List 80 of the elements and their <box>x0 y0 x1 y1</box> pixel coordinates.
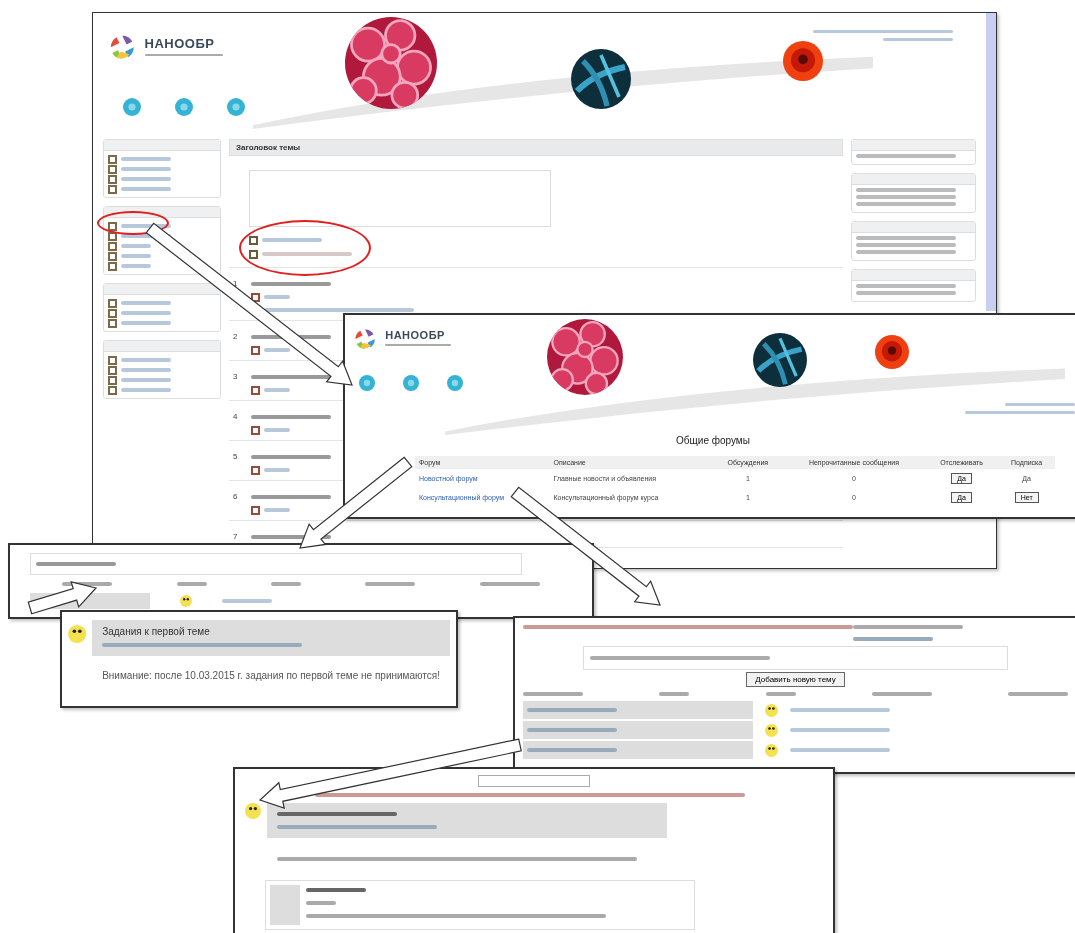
add-topic-button[interactable]: Добавить новую тему <box>746 672 845 687</box>
nav-circle-icon[interactable] <box>403 375 419 391</box>
smiley-avatar-icon <box>765 723 778 737</box>
resource-icon <box>108 318 117 328</box>
section-number: 4 <box>233 412 239 423</box>
smiley-avatar-icon <box>180 595 192 607</box>
forum-link[interactable] <box>262 238 322 242</box>
column-header <box>270 582 301 586</box>
section-number: 5 <box>233 452 239 463</box>
section-number: 2 <box>233 332 239 343</box>
lecture-link[interactable] <box>264 308 414 312</box>
post-title: Задания к первой теме <box>102 626 211 637</box>
resource-icon <box>108 184 117 194</box>
author-link[interactable] <box>790 708 890 712</box>
logout-link[interactable] <box>883 38 953 41</box>
column-header <box>871 692 932 696</box>
column-header <box>765 692 796 696</box>
column-header <box>176 582 207 586</box>
page-title: Общие форумы <box>675 435 751 446</box>
section-number: 6 <box>233 492 239 503</box>
tracking-link[interactable] <box>965 411 1075 414</box>
resource-icon <box>251 345 260 355</box>
logo-icon <box>108 33 137 62</box>
section-number: 1 <box>233 279 239 290</box>
resource-icon <box>108 308 117 318</box>
resource-icon <box>108 174 117 184</box>
column-header <box>659 692 690 696</box>
resource-icon <box>108 241 117 251</box>
nav-circle-icon[interactable] <box>175 98 193 116</box>
resource-icon <box>108 298 117 308</box>
lecture-link[interactable] <box>264 348 290 352</box>
author-link[interactable] <box>222 599 272 603</box>
resource-icon <box>249 249 258 259</box>
logo-icon <box>353 327 378 352</box>
forum-select[interactable] <box>478 775 590 787</box>
lecture-link[interactable] <box>264 468 290 472</box>
lecture-link[interactable] <box>264 428 290 432</box>
author-link[interactable] <box>790 728 890 732</box>
resource-icon <box>108 154 117 164</box>
nav-circle-icon[interactable] <box>359 375 375 391</box>
resource-icon <box>108 261 117 271</box>
column-header <box>365 582 416 586</box>
section-number: 3 <box>233 372 239 383</box>
resource-icon <box>251 292 260 302</box>
nav-circle-icon[interactable] <box>447 375 463 391</box>
resource-icon <box>108 375 117 385</box>
section-number: 7 <box>233 532 239 542</box>
resource-icon <box>108 355 117 365</box>
smiley-avatar-icon <box>765 743 778 757</box>
nav-circle-icon[interactable] <box>123 98 141 116</box>
logo-tagline <box>385 344 452 347</box>
topic-header: Заголовок темы <box>229 139 843 156</box>
resource-icon <box>251 385 260 395</box>
forum-link[interactable] <box>262 252 352 256</box>
lecture-link[interactable] <box>264 388 290 392</box>
arrow <box>27 581 98 615</box>
resource-icon <box>249 235 258 245</box>
column-header <box>523 692 583 696</box>
author-link[interactable] <box>790 748 890 752</box>
smiley-avatar-icon <box>765 703 778 717</box>
column-header <box>1008 692 1068 696</box>
resource-icon <box>108 365 117 375</box>
logo-text: НАНООБР <box>385 329 446 342</box>
resource-icon <box>251 425 260 435</box>
resource-icon <box>108 221 117 231</box>
resource-icon <box>108 164 117 174</box>
resource-icon <box>108 231 117 241</box>
logo-text: НАНООБР <box>144 35 216 51</box>
nav-circle-icon[interactable] <box>227 98 245 116</box>
post-body: Внимание: после 10.03.2015 г. задания по первой теме не принимаются! <box>101 669 441 683</box>
search-link[interactable] <box>1005 403 1075 406</box>
lecture-link[interactable] <box>264 508 290 512</box>
resource-icon <box>251 505 260 515</box>
lecture-link[interactable] <box>264 295 290 299</box>
resource-icon <box>108 251 117 261</box>
smiley-avatar-icon <box>245 803 261 819</box>
resource-icon <box>108 385 117 395</box>
avatar-placeholder <box>270 885 300 925</box>
resource-icon <box>251 465 260 475</box>
column-header <box>479 582 540 586</box>
